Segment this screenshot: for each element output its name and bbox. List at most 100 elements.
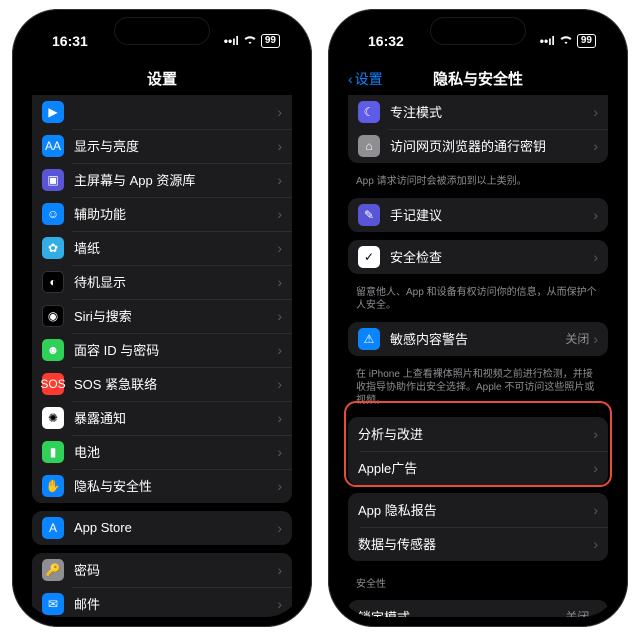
row-value: 关闭: [565, 330, 589, 347]
back-button[interactable]: ‹ 设置: [348, 63, 383, 95]
chevron-right-icon: ›: [593, 331, 598, 347]
settings-row[interactable]: ✎手记建议›: [348, 198, 608, 232]
status-indicators: ••ıl 99: [540, 34, 596, 48]
row-icon: SOS: [42, 373, 64, 395]
settings-row[interactable]: ▣ 主屏幕与 App 资源库›: [32, 163, 292, 197]
screen-right: 16:32 ••ıl 99 ‹ 设置 隐私与安全性 ☾专注模式›⌂访问网页浏览器…: [338, 19, 618, 617]
row-icon: ✺: [42, 407, 64, 429]
nav-title: 设置: [147, 68, 177, 89]
chevron-right-icon: ›: [277, 206, 282, 222]
settings-row[interactable]: ▮电池›: [32, 435, 292, 469]
chevron-right-icon: ›: [277, 444, 282, 460]
settings-row[interactable]: ✋隐私与安全性›: [32, 469, 292, 503]
battery-indicator: 99: [261, 34, 280, 48]
phone-right: 16:32 ••ıl 99 ‹ 设置 隐私与安全性 ☾专注模式›⌂访问网页浏览器…: [328, 9, 628, 627]
chevron-right-icon: ›: [277, 104, 282, 120]
footer-text: 留意他人、App 和设备有权访问你的信息，从而保护个人安全。: [338, 282, 618, 314]
settings-row[interactable]: ☺ 辅助功能›: [32, 197, 292, 231]
settings-row[interactable]: ✉邮件›: [32, 587, 292, 617]
row-label: 主屏幕与 App 资源库: [74, 170, 277, 189]
chevron-right-icon: ›: [277, 240, 282, 256]
row-label: 分析与改进: [358, 424, 593, 443]
status-indicators: ••ıl 99: [224, 34, 280, 48]
chevron-right-icon: ›: [277, 274, 282, 290]
settings-row[interactable]: ⌂ 访问网页浏览器的通行密钥›: [348, 129, 608, 163]
settings-row[interactable]: ✓ 安全检查›: [348, 240, 608, 274]
row-label: 墙纸: [74, 238, 277, 257]
chevron-right-icon: ›: [593, 460, 598, 476]
chevron-right-icon: ›: [277, 410, 282, 426]
row-icon: ✎: [358, 204, 380, 226]
row-label: 安全检查: [390, 247, 593, 266]
privacy-list[interactable]: ☾专注模式›⌂访问网页浏览器的通行密钥› App 请求访问时会被添加到以上类别。…: [338, 95, 618, 617]
row-label: 暴露通知: [74, 408, 277, 427]
chevron-right-icon: ›: [593, 502, 598, 518]
screen-left: 16:31 ••ıl 99 设置 ▶›AA显示与亮度›▣主屏幕与 App 资源库…: [22, 19, 302, 617]
row-label: 辅助功能: [74, 204, 277, 223]
row-label: 数据与传感器: [358, 534, 593, 553]
row-icon: ☻: [42, 339, 64, 361]
settings-row[interactable]: 数据与传感器›: [348, 527, 608, 561]
chevron-right-icon: ›: [277, 478, 282, 494]
nav-bar: 设置: [22, 63, 302, 95]
footer-text: App 请求访问时会被添加到以上类别。: [338, 171, 618, 190]
row-label: 敏感内容警告: [390, 329, 565, 348]
settings-row[interactable]: App 隐私报告›: [348, 493, 608, 527]
settings-row[interactable]: 分析与改进›: [348, 417, 608, 451]
row-icon: AA: [42, 135, 64, 157]
settings-row[interactable]: SOS SOS 紧急联络›: [32, 367, 292, 401]
settings-row[interactable]: Apple广告›: [348, 451, 608, 485]
settings-row[interactable]: ⚠ 敏感内容警告关闭›: [348, 322, 608, 356]
row-label: 面容 ID 与密码: [74, 340, 277, 359]
chevron-right-icon: ›: [277, 172, 282, 188]
row-icon: ☾: [358, 101, 380, 123]
settings-row[interactable]: AApp Store›: [32, 511, 292, 545]
chevron-right-icon: ›: [593, 104, 598, 120]
footer-text: 在 iPhone 上查看裸体照片和视频之前进行检测，并接收指导协助作出安全选择。…: [338, 364, 618, 409]
chevron-right-icon: ›: [277, 596, 282, 612]
settings-row[interactable]: AA显示与亮度›: [32, 129, 292, 163]
chevron-right-icon: ›: [593, 138, 598, 154]
battery-indicator: 99: [577, 34, 596, 48]
settings-row[interactable]: ☾ 专注模式›: [348, 95, 608, 129]
settings-row[interactable]: 🔑密码›: [32, 553, 292, 587]
nav-title: 隐私与安全性: [433, 68, 523, 89]
row-label: SOS 紧急联络: [74, 374, 277, 393]
nav-bar: ‹ 设置 隐私与安全性: [338, 63, 618, 95]
back-label: 设置: [355, 69, 383, 89]
row-icon: ☺: [42, 203, 64, 225]
settings-row[interactable]: ◐待机显示›: [32, 265, 292, 299]
settings-row[interactable]: 锁定模式关闭›: [348, 600, 608, 617]
settings-row[interactable]: ✿墙纸›: [32, 231, 292, 265]
section-header: 安全性: [338, 569, 618, 592]
row-label: 显示与亮度: [74, 136, 277, 155]
dynamic-island: [114, 17, 210, 45]
row-icon: ⌂: [358, 135, 380, 157]
wifi-icon: [559, 34, 573, 48]
phone-left: 16:31 ••ıl 99 设置 ▶›AA显示与亮度›▣主屏幕与 App 资源库…: [12, 9, 312, 627]
settings-row[interactable]: ▶›: [32, 95, 292, 129]
row-icon: ◉: [42, 305, 64, 327]
row-label: 密码: [74, 560, 277, 579]
row-label: 专注模式: [390, 102, 593, 121]
chevron-right-icon: ›: [277, 376, 282, 392]
settings-row[interactable]: ☻面容 ID 与密码›: [32, 333, 292, 367]
row-icon: ⚠: [358, 328, 380, 350]
row-icon: ▶: [42, 101, 64, 123]
settings-list[interactable]: ▶›AA显示与亮度›▣主屏幕与 App 资源库›☺辅助功能›✿墙纸›◐待机显示›…: [22, 95, 302, 617]
row-icon: ✓: [358, 246, 380, 268]
chevron-right-icon: ›: [593, 609, 598, 617]
row-label: 电池: [74, 442, 277, 461]
settings-row[interactable]: ✺ 暴露通知›: [32, 401, 292, 435]
row-icon: ◐: [42, 271, 64, 293]
row-label: App Store: [74, 520, 277, 535]
settings-row[interactable]: ◉Siri与搜索›: [32, 299, 292, 333]
row-label: Siri与搜索: [74, 306, 277, 325]
row-icon: ✋: [42, 475, 64, 497]
row-label: 访问网页浏览器的通行密钥: [390, 136, 593, 155]
chevron-right-icon: ›: [593, 536, 598, 552]
row-value: 关闭: [565, 608, 589, 617]
row-icon: ▣: [42, 169, 64, 191]
chevron-right-icon: ›: [593, 426, 598, 442]
chevron-right-icon: ›: [593, 249, 598, 265]
